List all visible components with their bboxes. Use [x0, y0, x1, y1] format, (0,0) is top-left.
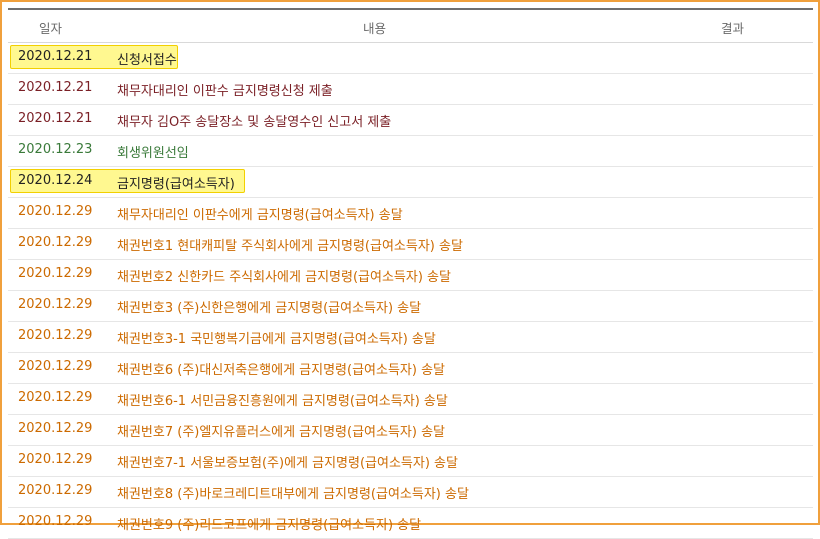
header-content: 내용	[363, 21, 387, 36]
row-content: 채권번호1 현대캐피탈 주식회사에게 금지명령(급여소득자) 송달	[117, 239, 463, 254]
row-date: 2020.12.29	[18, 421, 93, 436]
screenshot-frame: 일자 내용 결과 2020.12.21 신청서접수 2020.12.21 채무자대리인…	[0, 0, 820, 539]
row-content: 금지명령(급여소득자)	[117, 177, 235, 192]
table-row: 2020.12.29 채권번호6-1 서민금융진흥원에게 금지명령(급여소득자) …	[8, 384, 813, 415]
row-date: 2020.12.29	[18, 390, 93, 405]
row-content: 회생위원선임	[117, 146, 189, 161]
row-content: 채무자 김O주 송달장소 및 송달영수인 신고서 제출	[117, 115, 392, 130]
row-content: 채권번호6-1 서민금융진흥원에게 금지명령(급여소득자) 송달	[117, 394, 448, 409]
row-date: 2020.12.29	[18, 452, 93, 467]
row-date: 2020.12.29	[18, 328, 93, 343]
row-content: 채권번호2 신한카드 주식회사에게 금지명령(급여소득자) 송달	[117, 270, 451, 285]
table-row: 2020.12.21 채무자 김O주 송달장소 및 송달영수인 신고서 제출	[8, 105, 813, 136]
case-history-table: 일자 내용 결과 2020.12.21 신청서접수 2020.12.21 채무자대리인…	[8, 8, 813, 539]
row-date: 2020.12.29	[18, 514, 93, 529]
table-row: 2020.12.29 채권번호1 현대캐피탈 주식회사에게 금지명령(급여소득자)…	[8, 229, 813, 260]
table-row: 2020.12.23 회생위원선임	[8, 136, 813, 167]
table-row: 2020.12.24 금지명령(급여소득자)	[8, 167, 813, 198]
row-content: 채권번호8 (주)바로크레디트대부에게 금지명령(급여소득자) 송달	[117, 487, 469, 502]
row-content: 신청서접수	[117, 53, 177, 68]
table-row: 2020.12.29 채권번호2 신한카드 주식회사에게 금지명령(급여소득자) …	[8, 260, 813, 291]
table-row: 2020.12.29 채권번호6 (주)대신저축은행에게 금지명령(급여소득자) …	[8, 353, 813, 384]
header-date: 일자	[39, 21, 63, 36]
table-row: 2020.12.29 채권번호7 (주)엘지유플러스에게 금지명령(급여소득자) …	[8, 415, 813, 446]
row-content: 채무자대리인 이판수에게 금지명령(급여소득자) 송달	[117, 208, 403, 223]
row-content: 채권번호3-1 국민행복기금에게 금지명령(급여소득자) 송달	[117, 332, 436, 347]
table-header: 일자 내용 결과	[8, 8, 813, 43]
table-row: 2020.12.29 채권번호3-1 국민행복기금에게 금지명령(급여소득자) 송…	[8, 322, 813, 353]
row-content: 채무자대리인 이판수 금지명령신청 제출	[117, 84, 333, 99]
row-content: 채권번호9 (주)리드코프에게 금지명령(급여소득자) 송달	[117, 518, 422, 533]
row-content: 채권번호6 (주)대신저축은행에게 금지명령(급여소득자) 송달	[117, 363, 445, 378]
table-row: 2020.12.29 채권번호7-1 서울보증보험(주)에게 금지명령(급여소득자…	[8, 446, 813, 477]
table-row: 2020.12.21 신청서접수	[8, 43, 813, 74]
table-row: 2020.12.29 채무자대리인 이판수에게 금지명령(급여소득자) 송달	[8, 198, 813, 229]
row-date: 2020.12.29	[18, 266, 93, 281]
table-body: 2020.12.21 신청서접수 2020.12.21 채무자대리인 이판수 금지명령…	[8, 43, 813, 539]
row-content: 채권번호7-1 서울보증보험(주)에게 금지명령(급여소득자) 송달	[117, 456, 458, 471]
row-date: 2020.12.21	[18, 111, 93, 126]
row-content: 채권번호3 (주)신한은행에게 금지명령(급여소득자) 송달	[117, 301, 422, 316]
row-date: 2020.12.21	[18, 49, 93, 64]
table-row: 2020.12.21 채무자대리인 이판수 금지명령신청 제출	[8, 74, 813, 105]
row-date: 2020.12.23	[18, 142, 93, 157]
row-date: 2020.12.29	[18, 297, 93, 312]
row-date: 2020.12.29	[18, 204, 93, 219]
table-row: 2020.12.29 채권번호9 (주)리드코프에게 금지명령(급여소득자) 송달	[8, 508, 813, 539]
table-row: 2020.12.29 채권번호3 (주)신한은행에게 금지명령(급여소득자) 송달	[8, 291, 813, 322]
row-date: 2020.12.29	[18, 483, 93, 498]
header-result: 결과	[721, 21, 745, 36]
row-date: 2020.12.29	[18, 359, 93, 374]
row-date: 2020.12.29	[18, 235, 93, 250]
table-row: 2020.12.29 채권번호8 (주)바로크레디트대부에게 금지명령(급여소득자…	[8, 477, 813, 508]
row-content: 채권번호7 (주)엘지유플러스에게 금지명령(급여소득자) 송달	[117, 425, 445, 440]
row-date: 2020.12.21	[18, 80, 93, 95]
row-date: 2020.12.24	[18, 173, 93, 188]
